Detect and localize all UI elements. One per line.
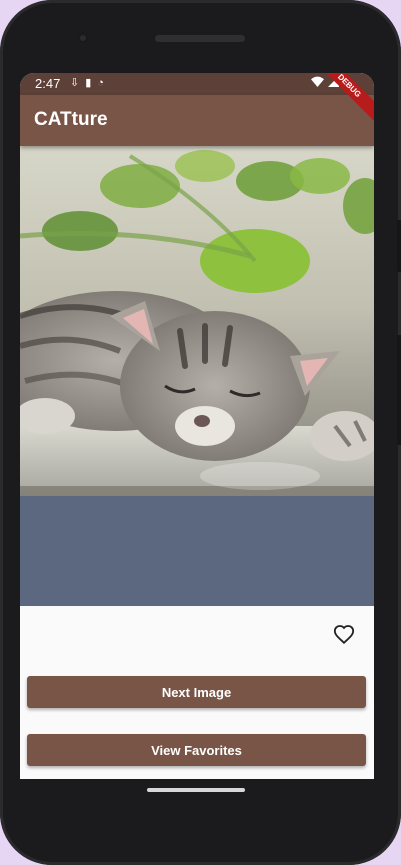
app-title: CATture bbox=[34, 109, 108, 130]
sync-icon: ◔ bbox=[97, 77, 110, 89]
status-time: 2:47 bbox=[35, 76, 61, 91]
wifi-icon bbox=[311, 76, 324, 87]
view-favorites-button[interactable]: View Favorites bbox=[27, 734, 366, 766]
sd-card-icon: ▮ bbox=[85, 77, 98, 89]
home-indicator[interactable] bbox=[147, 788, 245, 792]
heart-outline-icon[interactable] bbox=[333, 624, 355, 646]
device-screen: 2:47 ⇩▮◔ CATture DEBUG Next Image View F… bbox=[20, 73, 374, 779]
download-icon: ⇩ bbox=[70, 77, 86, 89]
cat-image bbox=[20, 146, 374, 606]
cat-photo-illustration bbox=[20, 146, 374, 606]
next-image-button[interactable]: Next Image bbox=[27, 676, 366, 708]
app-bar: CATture bbox=[20, 95, 374, 146]
status-bar: 2:47 ⇩▮◔ bbox=[20, 73, 374, 95]
notification-icons: ⇩▮◔ bbox=[70, 76, 110, 89]
power-button bbox=[397, 335, 401, 445]
volume-button bbox=[397, 220, 401, 272]
front-camera bbox=[77, 32, 89, 44]
phone-frame: 2:47 ⇩▮◔ CATture DEBUG Next Image View F… bbox=[0, 0, 401, 865]
earpiece-speaker bbox=[155, 35, 245, 42]
